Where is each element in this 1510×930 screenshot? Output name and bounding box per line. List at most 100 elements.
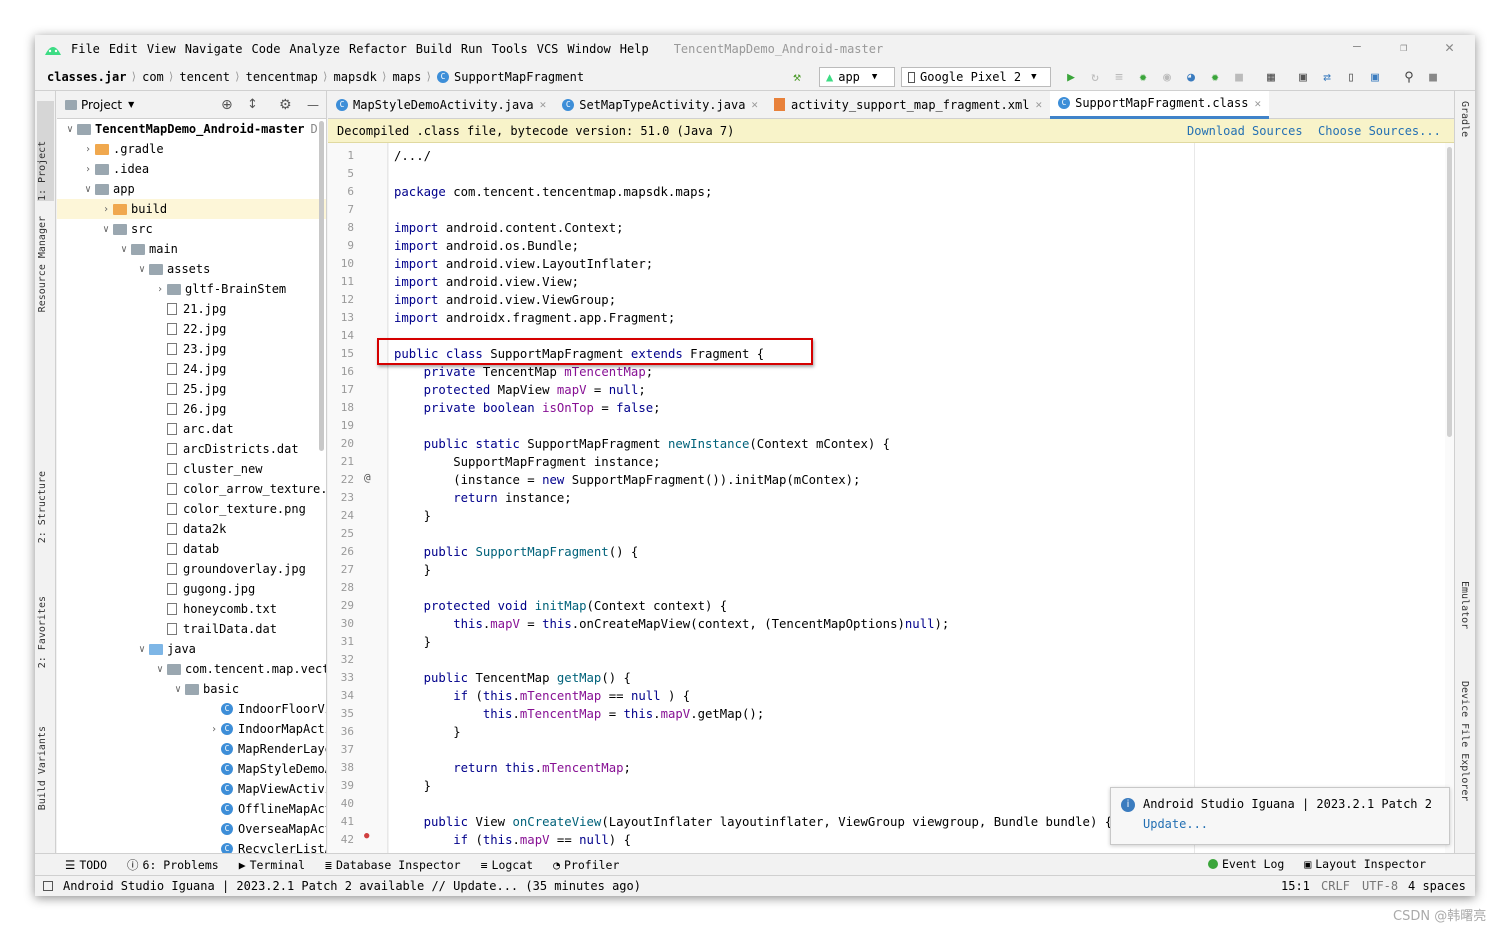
run-config-dropdown[interactable]: ▲ app ▼: [819, 67, 895, 87]
close-tab-icon[interactable]: ✕: [751, 98, 758, 111]
status-message[interactable]: Android Studio Iguana | 2023.2.1 Patch 2…: [63, 879, 641, 893]
gear-icon[interactable]: ⚙: [279, 97, 292, 113]
menu-item-vcs[interactable]: VCS: [537, 42, 559, 56]
tree-item[interactable]: datab: [153, 539, 219, 559]
menu-item-code[interactable]: Code: [252, 42, 281, 56]
tree-item[interactable]: 25.jpg: [153, 379, 226, 399]
tree-item[interactable]: C MapStyleDemoAct: [207, 759, 326, 779]
tree-item[interactable]: 26.jpg: [153, 399, 226, 419]
caret-position[interactable]: 15:1: [1281, 879, 1310, 893]
profile-icon[interactable]: ◉: [1157, 67, 1177, 87]
debug-icon[interactable]: ✹: [1133, 67, 1153, 87]
tree-item[interactable]: C OfflineMapActi: [207, 799, 326, 819]
hide-panel-icon[interactable]: —: [307, 98, 319, 112]
menu-item-help[interactable]: Help: [620, 42, 649, 56]
choose-sources-link[interactable]: Choose Sources...: [1318, 124, 1441, 138]
avatar[interactable]: ■: [1423, 67, 1443, 87]
breadcrumb-item[interactable]: tencent: [179, 70, 230, 84]
build-variants-tool-tab[interactable]: Build Variants: [37, 726, 48, 810]
tree-item[interactable]: cluster_new: [153, 459, 262, 479]
event-log-tab[interactable]: Event Log: [1208, 857, 1284, 871]
tree-arrow-icon[interactable]: ›: [153, 284, 167, 295]
menu-item-edit[interactable]: Edit: [109, 42, 138, 56]
tree-arrow-icon[interactable]: ›: [81, 164, 95, 175]
tree-item[interactable]: › gltf-BrainStem: [153, 279, 286, 299]
tab-activity-support-map-fragment-xml[interactable]: activity_support_map_fragment.xml ✕: [766, 91, 1050, 119]
project-view-selector[interactable]: Project: [81, 98, 122, 112]
notification-update-link[interactable]: Update...: [1143, 817, 1208, 831]
favorites-tool-tab[interactable]: 2: Favorites: [37, 596, 48, 668]
file-encoding[interactable]: UTF-8: [1362, 879, 1398, 893]
tree-item[interactable]: trailData.dat: [153, 619, 277, 639]
tool-tab-database-inspector[interactable]: ≣ Database Inspector: [325, 858, 461, 872]
tree-item[interactable]: C OverseaMapActiv: [207, 819, 326, 839]
menu-item-view[interactable]: View: [147, 42, 176, 56]
menu-item-refactor[interactable]: Refactor: [349, 42, 407, 56]
menu-item-navigate[interactable]: Navigate: [185, 42, 243, 56]
indent-setting[interactable]: 4 spaces: [1408, 879, 1466, 893]
tree-arrow-icon[interactable]: ∨: [63, 124, 77, 135]
status-toggle-icon[interactable]: [43, 881, 53, 891]
breadcrumb-item[interactable]: SupportMapFragment: [454, 70, 584, 84]
sdk-manager-icon[interactable]: ▣: [1365, 67, 1385, 87]
apply-changes-icon[interactable]: ↻: [1085, 67, 1105, 87]
tree-arrow-icon[interactable]: ∨: [99, 224, 113, 235]
tree-item[interactable]: ∨ java: [135, 639, 196, 659]
breadcrumb-item[interactable]: maps: [392, 70, 421, 84]
restore-icon[interactable]: ❐: [1400, 40, 1407, 54]
tree-item[interactable]: ∨ TencentMapDemo_Android-master D:: [63, 119, 325, 139]
tree-item[interactable]: ∨ com.tencent.map.vect: [153, 659, 326, 679]
search-icon[interactable]: ⚲: [1399, 67, 1419, 87]
tree-item[interactable]: data2k: [153, 519, 226, 539]
close-tab-icon[interactable]: ✕: [1254, 97, 1261, 110]
device-dropdown[interactable]: Google Pixel 2 ▼: [901, 67, 1051, 87]
tree-item[interactable]: 21.jpg: [153, 299, 226, 319]
menu-item-run[interactable]: Run: [461, 42, 483, 56]
close-icon[interactable]: ✕: [1445, 38, 1454, 56]
tree-arrow-icon[interactable]: ∨: [153, 664, 167, 675]
breadcrumb-item[interactable]: com: [142, 70, 164, 84]
tree-item[interactable]: gugong.jpg: [153, 579, 255, 599]
override-marker-icon[interactable]: @: [364, 471, 371, 484]
profiler-gauge-icon[interactable]: ◕: [1181, 67, 1201, 87]
close-tab-icon[interactable]: ✕: [1035, 98, 1042, 111]
menu-item-file[interactable]: File: [71, 42, 100, 56]
tab-supportmapfragment-class[interactable]: C SupportMapFragment.class ✕: [1050, 90, 1270, 119]
tool-tab-6-problems[interactable]: ⓘ 6: Problems: [127, 857, 219, 873]
gradle-tool-tab[interactable]: Gradle: [1459, 101, 1470, 137]
download-sources-link[interactable]: Download Sources: [1187, 124, 1303, 138]
tree-arrow-icon[interactable]: ›: [99, 204, 113, 215]
breadcrumb-item[interactable]: tencentmap: [246, 70, 318, 84]
tool-tab-logcat[interactable]: ≡ Logcat: [481, 858, 533, 872]
project-structure-icon[interactable]: ▦: [1261, 67, 1281, 87]
tab-mapstyledemoactivity-java[interactable]: C MapStyleDemoActivity.java ✕: [328, 91, 554, 119]
tree-arrow-icon[interactable]: ∨: [81, 184, 95, 195]
tree-item[interactable]: ∨ app: [81, 179, 135, 199]
tree-item[interactable]: groundoverlay.jpg: [153, 559, 306, 579]
tree-item[interactable]: 23.jpg: [153, 339, 226, 359]
structure-tool-tab[interactable]: 2: Structure: [37, 471, 48, 543]
tool-tab-profiler[interactable]: ◔ Profiler: [553, 858, 619, 872]
tree-item[interactable]: ∨ src: [99, 219, 153, 239]
device-file-explorer-tool-tab[interactable]: Device File Explorer: [1459, 681, 1470, 801]
apply-code-changes-icon[interactable]: ≡: [1109, 67, 1129, 87]
tree-item[interactable]: › .gradle: [81, 139, 164, 159]
menu-item-analyze[interactable]: Analyze: [289, 42, 340, 56]
tree-item[interactable]: ∨ basic: [171, 679, 239, 699]
avd-manager-icon[interactable]: ▣: [1293, 67, 1313, 87]
tree-item[interactable]: color_arrow_texture.: [153, 479, 326, 499]
resource-manager-tool-tab[interactable]: Resource Manager: [37, 216, 48, 312]
project-tool-tab[interactable]: 1: Project: [37, 101, 54, 201]
tree-item[interactable]: color_texture.png: [153, 499, 306, 519]
breadcrumb-item[interactable]: mapsdk: [334, 70, 377, 84]
layout-inspector-tab[interactable]: ▣ Layout Inspector: [1304, 857, 1426, 871]
tree-item[interactable]: honeycomb.txt: [153, 599, 277, 619]
tree-item[interactable]: arc.dat: [153, 419, 234, 439]
tree-arrow-icon[interactable]: ›: [81, 144, 95, 155]
tree-arrow-icon[interactable]: ∨: [135, 644, 149, 655]
tab-setmaptypeactivity-java[interactable]: C SetMapTypeActivity.java ✕: [554, 91, 766, 119]
editor-scrollbar[interactable]: [1445, 143, 1454, 853]
menu-item-build[interactable]: Build: [416, 42, 452, 56]
collapse-all-icon[interactable]: ↕: [247, 97, 258, 112]
tree-item[interactable]: › .idea: [81, 159, 149, 179]
